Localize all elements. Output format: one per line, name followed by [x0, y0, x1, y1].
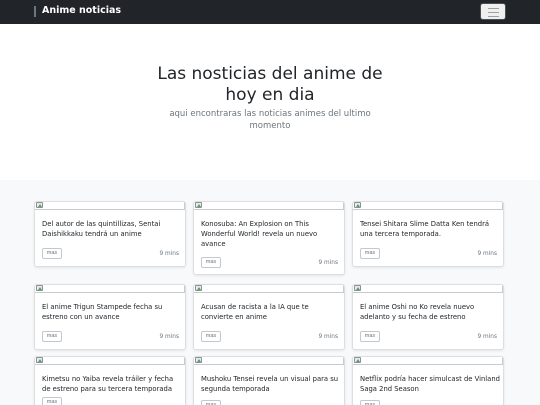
broken-image-icon [354, 285, 361, 291]
card-text: Mushoku Tensei revela un visual para su … [201, 375, 339, 393]
broken-image-icon [36, 285, 43, 291]
more-button[interactable]: mas [42, 331, 62, 342]
news-card: El anime Oshi no Ko revela nuevo adelant… [352, 284, 504, 350]
news-card: Tensei Shitara Slime Datta Ken tendrá un… [352, 201, 504, 267]
broken-image-icon [195, 357, 202, 363]
card-timestamp: 9 mins [477, 251, 497, 257]
card-text: Netflix podría hacer simulcast de Vinlan… [360, 375, 500, 393]
card-image[interactable] [35, 202, 185, 210]
brand-link[interactable]: Anime noticias [42, 4, 121, 18]
card-timestamp: 9 mins [318, 260, 338, 266]
news-grid: Del autor de las quintillizas, Sentai Da… [0, 180, 540, 405]
more-button[interactable]: mas [201, 400, 221, 405]
card-image[interactable] [35, 285, 185, 293]
more-button[interactable]: mas [201, 257, 221, 268]
news-card: Del autor de las quintillizas, Sentai Da… [34, 201, 186, 267]
card-image[interactable] [194, 202, 344, 210]
broken-image-icon [195, 285, 202, 291]
more-button[interactable]: mas [42, 248, 62, 259]
card-timestamp: 9 mins [159, 251, 179, 257]
card-timestamp: 9 mins [477, 334, 497, 340]
news-card: El anime Trigun Stampede fecha su estren… [34, 284, 186, 350]
card-text: Tensei Shitara Slime Datta Ken tendrá un… [360, 220, 490, 238]
hero-section: Las nosticias del anime de hoy en dia aq… [0, 24, 540, 180]
card-image[interactable] [194, 285, 344, 293]
card-image[interactable] [194, 357, 344, 365]
card-timestamp: 9 mins [159, 334, 179, 340]
news-card: Kimetsu no Yaiba revela tráiler y fecha … [34, 356, 186, 405]
more-button[interactable]: mas [360, 248, 380, 259]
card-text: Kimetsu no Yaiba revela tráiler y fecha … [42, 375, 174, 393]
card-image[interactable] [35, 357, 185, 365]
broken-image-icon [354, 357, 361, 363]
card-text: El anime Oshi no Ko revela nuevo adelant… [360, 303, 475, 321]
news-card: Konosuba: An Explosion on This Wonderful… [193, 201, 345, 275]
news-card: Mushoku Tensei revela un visual para su … [193, 356, 345, 405]
page-title: Las nosticias del anime de hoy en dia [157, 64, 383, 105]
broken-image-icon [354, 202, 361, 208]
more-button[interactable]: mas [201, 331, 221, 342]
navbar-toggler-button[interactable] [480, 3, 506, 20]
more-button[interactable]: mas [360, 331, 380, 342]
more-button[interactable]: mas [42, 397, 62, 405]
card-timestamp: 9 mins [318, 334, 338, 340]
card-text: Del autor de las quintillizas, Sentai Da… [42, 220, 161, 238]
broken-image-icon [195, 202, 202, 208]
navbar: Anime noticias [0, 0, 540, 24]
card-text: Konosuba: An Explosion on This Wonderful… [201, 220, 318, 248]
news-card: Netflix podría hacer simulcast de Vinlan… [352, 356, 504, 405]
card-image[interactable] [353, 285, 503, 293]
broken-image-icon [36, 202, 43, 208]
brand-marker [34, 6, 36, 17]
broken-image-icon [36, 357, 43, 363]
card-image[interactable] [353, 202, 503, 210]
card-text: Acusan de racista a la IA que te convier… [201, 303, 309, 321]
page-subtitle: aqui encontraras las noticias animes del… [169, 109, 371, 131]
card-image[interactable] [353, 357, 503, 365]
news-card: Acusan de racista a la IA que te convier… [193, 284, 345, 350]
more-button[interactable]: mas [360, 400, 380, 405]
card-text: El anime Trigun Stampede fecha su estren… [42, 303, 163, 321]
